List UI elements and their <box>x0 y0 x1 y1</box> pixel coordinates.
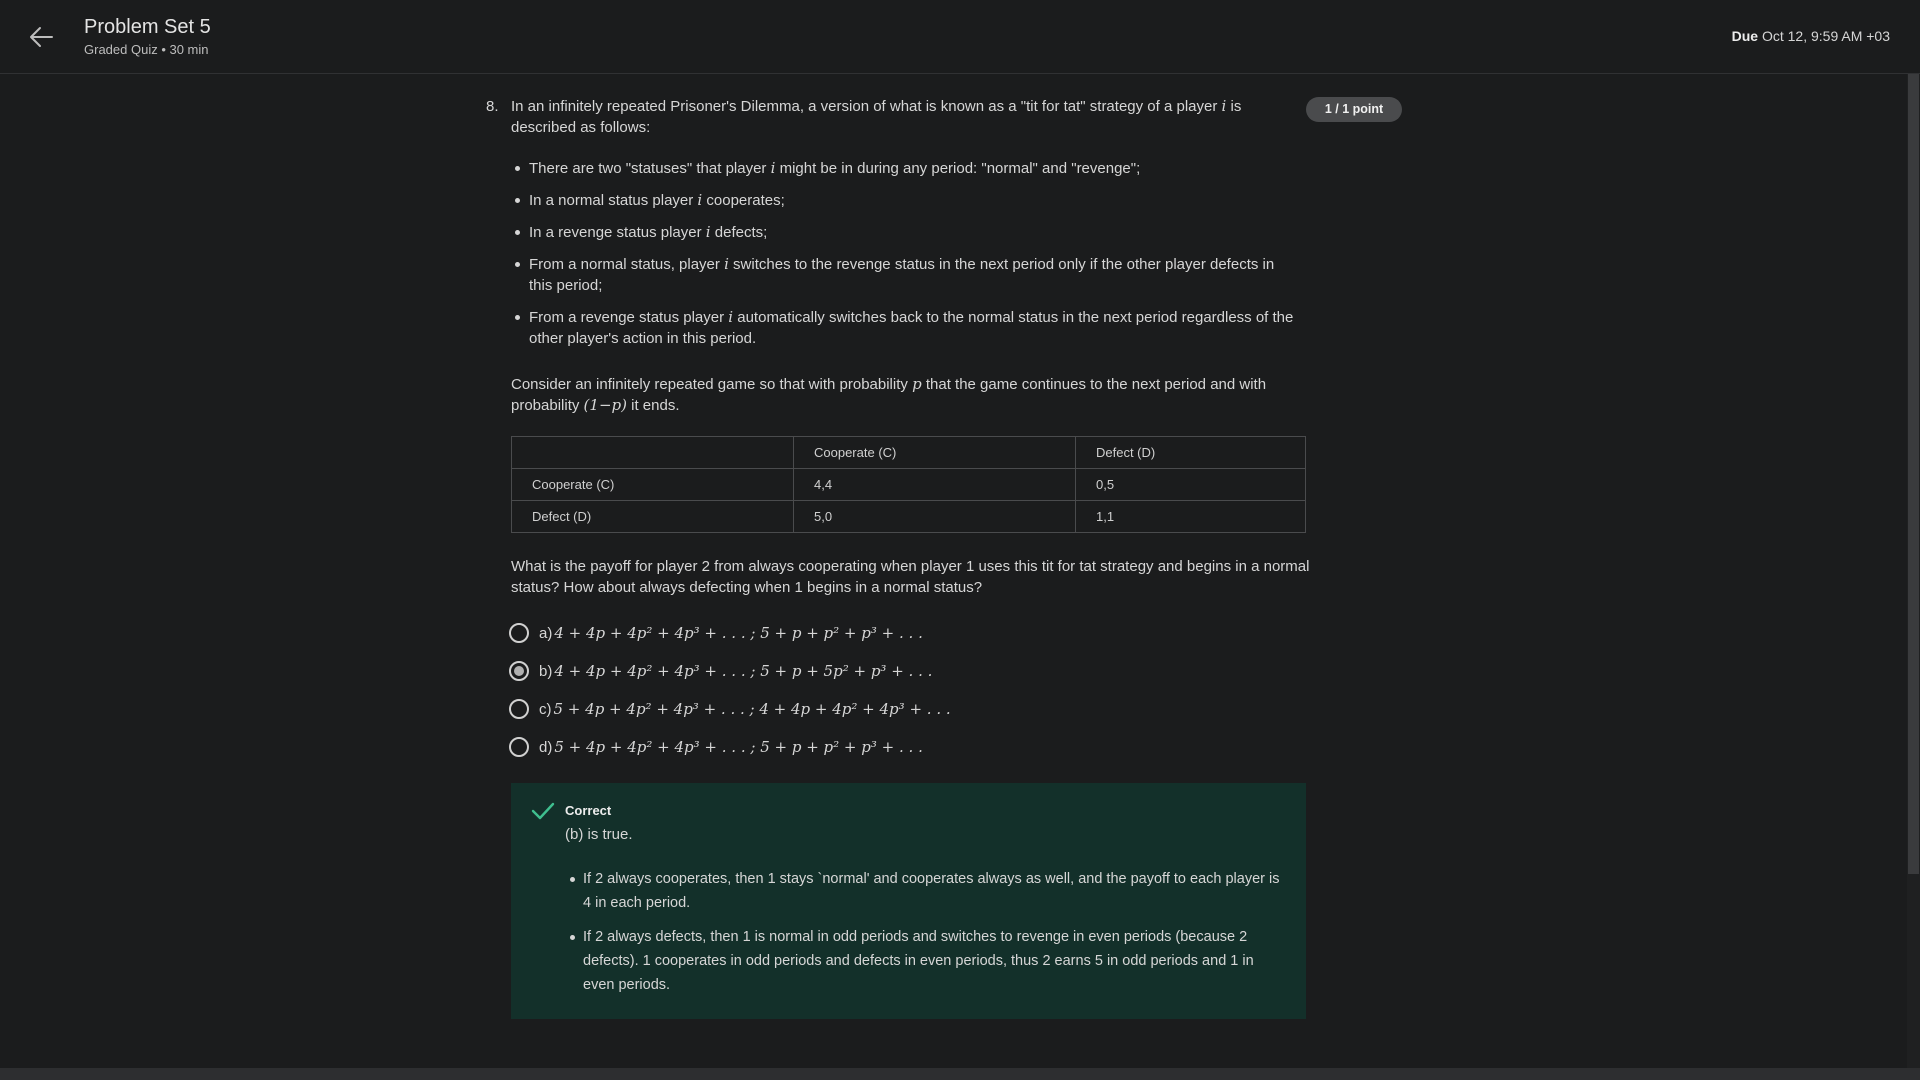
strategy-bullet-list: There are two "statuses" that player i m… <box>511 158 1301 360</box>
page-title: Problem Set 5 <box>84 16 211 38</box>
option-c[interactable]: c) 5 + 4p + 4p² + 4p³ + . . . ; 4 + 4p +… <box>509 690 951 728</box>
due-value: Oct 12, 9:59 AM +03 <box>1761 28 1890 44</box>
points-badge: 1 / 1 point <box>1306 97 1402 122</box>
table-header-row: Cooperate (C) Defect (D) <box>511 436 1306 469</box>
vertical-scrollbar-thumb[interactable] <box>1908 74 1919 874</box>
table-cell: 5,0 <box>793 500 1076 533</box>
consider-paragraph: Consider an infinitely repeated game so … <box>511 375 1267 414</box>
question-intro: In an infinitely repeated Prisoner's Dil… <box>511 97 1242 136</box>
feedback-subtitle: (b) is true. <box>565 826 633 843</box>
table-row: Cooperate (C) 4,4 0,5 <box>511 468 1306 501</box>
option-formula: 5 + 4p + 4p² + 4p³ + . . . ; 4 + 4p + 4p… <box>553 700 951 718</box>
due-label: Due <box>1731 28 1759 44</box>
horizontal-scrollbar[interactable] <box>0 1068 1920 1080</box>
table-cell: 1,1 <box>1075 500 1306 533</box>
list-item: In a normal status player i cooperates; <box>511 190 1301 211</box>
answer-options: a) 4 + 4p + 4p² + 4p³ + . . . ; 5 + p + … <box>509 614 951 766</box>
list-item: From a normal status, player i switches … <box>511 254 1301 296</box>
option-letter: c) <box>539 700 552 718</box>
due-date: Due Oct 12, 9:59 AM +03 <box>1732 28 1890 44</box>
option-b[interactable]: b) 4 + 4p + 4p² + 4p³ + . . . ; 5 + p + … <box>509 652 951 690</box>
radio-button[interactable] <box>509 623 529 643</box>
list-item: If 2 always cooperates, then 1 stays `no… <box>569 867 1289 915</box>
option-letter: d) <box>539 738 553 756</box>
table-cell: Cooperate (C) <box>511 468 794 501</box>
list-item: There are two "statuses" that player i m… <box>511 158 1301 179</box>
question-prompt: What is the payoff for player 2 from alw… <box>511 558 1310 596</box>
option-letter: b) <box>539 662 553 680</box>
table-row: Defect (D) 5,0 1,1 <box>511 500 1306 533</box>
radio-button[interactable] <box>509 699 529 719</box>
check-icon <box>531 802 555 820</box>
payoff-table: Cooperate (C) Defect (D) Cooperate (C) 4… <box>511 436 1306 533</box>
option-formula: 4 + 4p + 4p² + 4p³ + . . . ; 5 + p + p² … <box>554 624 923 642</box>
table-header-cell: Cooperate (C) <box>793 436 1076 469</box>
feedback-title: Correct <box>565 803 612 818</box>
quiz-content: 8. In an infinitely repeated Prisoner's … <box>0 74 1907 1068</box>
table-header-cell <box>511 436 794 469</box>
radio-button[interactable] <box>509 737 529 757</box>
page-header: Problem Set 5 Graded Quiz • 30 min Due O… <box>0 0 1920 74</box>
option-d[interactable]: d) 5 + 4p + 4p² + 4p³ + . . . ; 5 + p + … <box>509 728 951 766</box>
question-number: 8. <box>486 98 499 115</box>
feedback-bullet-list: If 2 always cooperates, then 1 stays `no… <box>569 867 1289 1007</box>
option-a[interactable]: a) 4 + 4p + 4p² + 4p³ + . . . ; 5 + p + … <box>509 614 951 652</box>
list-item: From a revenge status player i automatic… <box>511 307 1301 349</box>
quiz-subtitle: Graded Quiz • 30 min <box>84 42 209 57</box>
table-cell: 0,5 <box>1075 468 1306 501</box>
option-formula: 5 + 4p + 4p² + 4p³ + . . . ; 5 + p + p² … <box>554 738 923 756</box>
table-cell: 4,4 <box>793 468 1076 501</box>
radio-button-selected[interactable] <box>509 661 529 681</box>
arrow-left-icon <box>30 27 53 47</box>
option-formula: 4 + 4p + 4p² + 4p³ + . . . ; 5 + p + 5p²… <box>554 662 933 680</box>
list-item: In a revenge status player i defects; <box>511 222 1301 243</box>
feedback-panel: Correct (b) is true. If 2 always coopera… <box>511 783 1306 1019</box>
option-letter: a) <box>539 624 553 642</box>
table-cell: Defect (D) <box>511 500 794 533</box>
back-button[interactable] <box>26 22 56 52</box>
table-header-cell: Defect (D) <box>1075 436 1306 469</box>
list-item: If 2 always defects, then 1 is normal in… <box>569 925 1289 997</box>
